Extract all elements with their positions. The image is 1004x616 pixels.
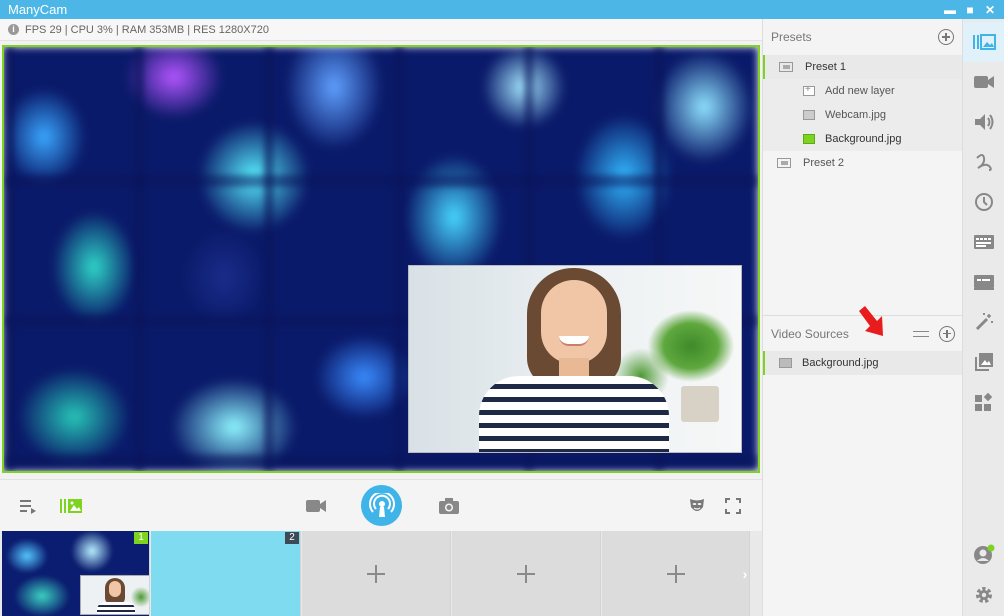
- presets-strip: 1 2 ›: [0, 531, 762, 616]
- preset-label: Preset 2: [803, 157, 844, 169]
- right-panel: Presets Preset 1 Add new layer Webcam.jp…: [762, 19, 963, 616]
- add-preset-slot[interactable]: [302, 531, 451, 616]
- camera-snapshot-icon[interactable]: [437, 495, 461, 517]
- layer-label: Webcam.jpg: [825, 109, 886, 121]
- add-preset-slot[interactable]: [602, 531, 750, 616]
- widgets-icon[interactable]: [963, 382, 1004, 422]
- playlist-icon[interactable]: [18, 496, 38, 516]
- image-icon: [779, 358, 792, 368]
- main-area: i FPS 29 | CPU 3% | RAM 353MB | RES 1280…: [0, 19, 762, 616]
- broadcast-icon: [368, 492, 395, 517]
- bottom-toolbar: [0, 479, 762, 531]
- add-source-icon[interactable]: [939, 325, 955, 342]
- preset-item-1[interactable]: Preset 1: [763, 55, 962, 79]
- adjust-icon[interactable]: [913, 329, 929, 339]
- preset-icon: [779, 62, 793, 72]
- layer-item-webcam[interactable]: Webcam.jpg: [763, 103, 962, 127]
- webcam-layer[interactable]: [408, 265, 742, 453]
- status-bar: i FPS 29 | CPU 3% | RAM 353MB | RES 1280…: [0, 19, 762, 41]
- preset-number-badge: 1: [134, 532, 148, 544]
- preset-item-2[interactable]: Preset 2: [763, 151, 962, 175]
- account-icon[interactable]: [963, 535, 1004, 575]
- add-preset-icon[interactable]: [938, 29, 954, 45]
- app-title: ManyCam: [8, 2, 68, 17]
- lower-thirds-icon[interactable]: [963, 222, 1004, 262]
- title-bar: ManyCam ▬ ■ ✕: [0, 0, 1004, 19]
- add-layer-item[interactable]: Add new layer: [763, 79, 962, 103]
- broadcast-button[interactable]: [361, 485, 402, 526]
- plus-icon: [517, 564, 535, 583]
- preset-thumbnail-1[interactable]: 1: [2, 531, 150, 616]
- video-sources-title: Video Sources: [771, 326, 849, 341]
- plus-icon: [367, 564, 385, 583]
- icon-rail: [962, 19, 1004, 616]
- preset-thumbnail-2[interactable]: 2: [151, 531, 301, 616]
- active-layer-icon: [803, 134, 815, 144]
- person-shirt: [479, 376, 669, 452]
- chevron-right-icon[interactable]: ›: [737, 531, 753, 616]
- close-button[interactable]: ✕: [980, 0, 1000, 19]
- screen-icon[interactable]: [963, 262, 1004, 302]
- fullscreen-icon[interactable]: [722, 495, 744, 517]
- audio-icon[interactable]: [963, 102, 1004, 142]
- presets-icon[interactable]: [963, 22, 1004, 62]
- minimize-button[interactable]: ▬: [940, 0, 960, 19]
- mask-icon[interactable]: [686, 495, 708, 517]
- preset-number-badge: 2: [285, 532, 299, 544]
- clock-icon[interactable]: [963, 182, 1004, 222]
- maximize-button[interactable]: ■: [960, 0, 980, 19]
- layers-icon[interactable]: [58, 495, 84, 517]
- source-label: Background.jpg: [802, 357, 879, 369]
- info-icon[interactable]: i: [8, 24, 19, 35]
- settings-icon[interactable]: [963, 575, 1004, 615]
- status-text: FPS 29 | CPU 3% | RAM 353MB | RES 1280X7…: [25, 23, 269, 36]
- presets-header: Presets: [763, 19, 962, 55]
- main-preview[interactable]: [2, 45, 760, 473]
- preset-label: Preset 1: [805, 61, 846, 73]
- person-face: [541, 280, 607, 364]
- plus-icon: [666, 564, 685, 583]
- layer-item-background[interactable]: Background.jpg: [763, 127, 962, 151]
- layer-label: Background.jpg: [825, 133, 902, 145]
- add-preset-slot[interactable]: [452, 531, 601, 616]
- presets-title: Presets: [771, 30, 812, 44]
- red-arrow-annotation: [859, 306, 883, 336]
- add-layer-icon: [803, 84, 815, 96]
- preset-icon: [777, 158, 791, 168]
- video-camera-icon[interactable]: [304, 495, 328, 517]
- layer-label: Add new layer: [825, 85, 895, 97]
- gallery-icon[interactable]: [963, 342, 1004, 382]
- source-item-background[interactable]: Background.jpg: [763, 351, 963, 375]
- draw-icon[interactable]: [963, 142, 1004, 182]
- image-layer-icon: [803, 110, 815, 120]
- effects-wand-icon[interactable]: [963, 302, 1004, 342]
- video-sources-icon[interactable]: [963, 62, 1004, 102]
